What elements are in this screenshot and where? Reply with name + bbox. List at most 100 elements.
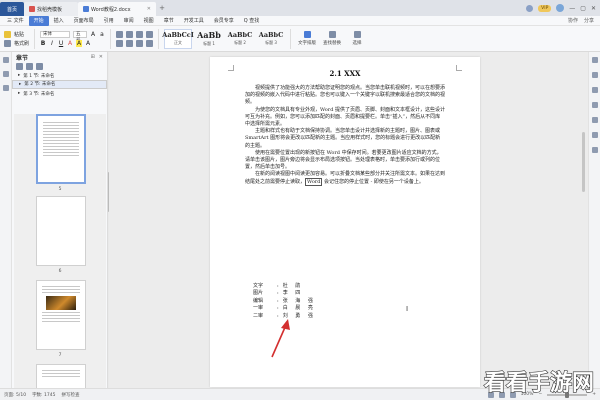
document-scrollbar[interactable]: [582, 132, 585, 192]
settings-icon[interactable]: [591, 57, 598, 63]
bold-icon[interactable]: B: [40, 40, 46, 47]
credit-role: 二审: [253, 312, 264, 319]
translate-icon[interactable]: [591, 117, 598, 123]
menu-insert[interactable]: 插入: [49, 16, 69, 26]
highlight-icon[interactable]: A: [76, 39, 83, 47]
font-size-select[interactable]: 五号: [73, 30, 88, 43]
style-heading-2[interactable]: AaBbC 标题 2: [226, 29, 254, 49]
navigation-icon[interactable]: [2, 57, 9, 63]
shrink-font-icon[interactable]: a: [99, 31, 105, 38]
pen-icon[interactable]: [591, 87, 598, 93]
right-tool-strip: [588, 52, 600, 388]
credit-row: 二审: 刘 勇 强: [253, 312, 316, 319]
avatar[interactable]: [556, 4, 565, 12]
grow-font-icon[interactable]: A: [90, 31, 96, 38]
italic-icon[interactable]: I: [49, 40, 55, 47]
menu-home[interactable]: 开始: [28, 15, 49, 26]
text-layout-button[interactable]: 文字排版: [296, 31, 318, 46]
page-thumbnails: 5 6 7: [14, 114, 106, 389]
menu-bar: 三 文件 开始 插入 页面布局 引用 审阅 视图 章节 开发工具 会员专享 Q …: [0, 15, 600, 26]
text-layout-label: 文字排版: [298, 41, 317, 46]
select-label: 选择: [352, 41, 362, 46]
nav-header: 章节 ⊞ ✕: [12, 52, 107, 62]
document-body: 视频提供了功能强大的方法帮助您证明您的观点。当您单击联机视频时，可以在想要添加的…: [245, 85, 445, 186]
align-left-icon[interactable]: [116, 39, 124, 47]
font-color-icon[interactable]: A: [67, 40, 73, 47]
help-icon[interactable]: [591, 147, 598, 153]
underline-icon[interactable]: U: [58, 40, 64, 47]
search-box[interactable]: Q 查找: [239, 16, 265, 26]
credit-name: 白 晨 亮: [282, 305, 316, 312]
menu-developer[interactable]: 开发工具: [179, 16, 209, 26]
numbering-icon[interactable]: [126, 30, 134, 38]
menu-file[interactable]: 三 文件: [2, 16, 29, 26]
home-tab[interactable]: 首页: [0, 2, 24, 16]
close-window-icon[interactable]: ✕: [591, 5, 596, 12]
split-section-icon[interactable]: [26, 63, 33, 70]
align-right-icon[interactable]: [136, 39, 144, 47]
align-center-icon[interactable]: [126, 39, 134, 47]
format-icon[interactable]: [591, 72, 598, 78]
spell-check[interactable]: 拼写检查: [61, 392, 79, 398]
tab-document[interactable]: Word教程2.docx ✕: [78, 2, 156, 16]
site-watermark: 看看手游网: [483, 369, 594, 396]
page-thumbnail[interactable]: [36, 280, 86, 350]
paragraph: 在新的阅读视图中阅读更加容易。可以折叠文档某些部分并关注所需文本。如果在达到结尾…: [245, 171, 445, 186]
decrease-indent-icon[interactable]: [136, 30, 144, 38]
home-tab-label: 首页: [6, 6, 17, 13]
page-thumbnail[interactable]: [36, 196, 86, 266]
credit-role: 图片: [253, 290, 264, 297]
menu-section[interactable]: 章节: [159, 16, 179, 26]
close-panel-icon[interactable]: ✕: [99, 54, 103, 60]
minimize-icon[interactable]: —: [569, 5, 575, 12]
nav-section-item[interactable]: ▸ 第 3 节: 未命名: [12, 89, 107, 98]
pin-icon[interactable]: ⊞: [91, 54, 95, 60]
menu-review[interactable]: 审阅: [119, 16, 139, 26]
expand-arrow-icon[interactable]: ▸: [18, 73, 20, 78]
menu-view[interactable]: 视图: [139, 16, 159, 26]
page-thumbnail[interactable]: [36, 364, 86, 389]
char-shading-icon[interactable]: A: [85, 40, 91, 47]
credits-list: 文字: 杜 鹃 图片: 李 四 编辑: 张 海 强 一审: 白 晨 亮 二审: 刘 勇 强: [253, 283, 316, 320]
tab-template[interactable]: 找稻壳模板: [24, 2, 78, 16]
nav-section-item[interactable]: ▸ 第 2 节: 未命名: [12, 80, 107, 89]
add-section-icon[interactable]: [16, 63, 23, 70]
share-button[interactable]: 分享: [584, 17, 594, 24]
page-thumbnail[interactable]: [36, 114, 86, 184]
search-icon[interactable]: [2, 85, 9, 91]
bookmark-icon[interactable]: [2, 71, 9, 77]
style-normal-sample: AaBbCcI: [162, 31, 194, 39]
nav-section-item[interactable]: ▸ 第 1 节: 未命名: [12, 71, 107, 80]
increase-indent-icon[interactable]: [146, 30, 154, 38]
justify-icon[interactable]: [146, 39, 154, 47]
skin-icon[interactable]: [526, 4, 534, 12]
new-tab-icon[interactable]: +: [156, 4, 168, 12]
document-page[interactable]: 2.1 XXX 视频提供了功能强大的方法帮助您证明您的观点。当您单击联机视频时，…: [210, 57, 480, 387]
find-replace-button[interactable]: 查找替换: [321, 31, 343, 46]
arrow-head: [281, 319, 290, 330]
share-icon[interactable]: [591, 132, 598, 138]
expand-arrow-icon[interactable]: ▸: [18, 91, 20, 96]
menu-member[interactable]: 会员专享: [209, 16, 239, 26]
font-name-select[interactable]: 宋体: [40, 30, 71, 38]
paste-icon[interactable]: [4, 30, 11, 38]
bullets-icon[interactable]: [116, 30, 124, 38]
style-heading-3[interactable]: AaBbC 标题 3: [257, 29, 285, 49]
arrow-shaft: [271, 324, 287, 358]
menu-layout[interactable]: 页面布局: [69, 16, 99, 26]
style-normal[interactable]: AaBbCcI 正文: [162, 28, 194, 49]
collab-button[interactable]: 协作: [568, 17, 578, 24]
word-count[interactable]: 字数: 1745: [32, 392, 55, 398]
delete-section-icon[interactable]: [36, 63, 43, 70]
maximize-icon[interactable]: ▢: [580, 5, 586, 12]
expand-arrow-icon[interactable]: ▸: [19, 82, 21, 88]
menu-references[interactable]: 引用: [99, 16, 119, 26]
sliders-icon[interactable]: [591, 102, 598, 108]
select-button[interactable]: 选择: [346, 31, 368, 46]
style-heading-1[interactable]: AaBb 标题 1: [195, 29, 223, 49]
page-indicator[interactable]: 页面: 5/10: [4, 392, 26, 398]
vip-badge[interactable]: VIP: [538, 4, 552, 12]
close-tab-icon[interactable]: ✕: [147, 6, 151, 12]
format-painter-icon[interactable]: [4, 39, 11, 47]
style-heading-3-sample: AaBbC: [258, 31, 284, 39]
